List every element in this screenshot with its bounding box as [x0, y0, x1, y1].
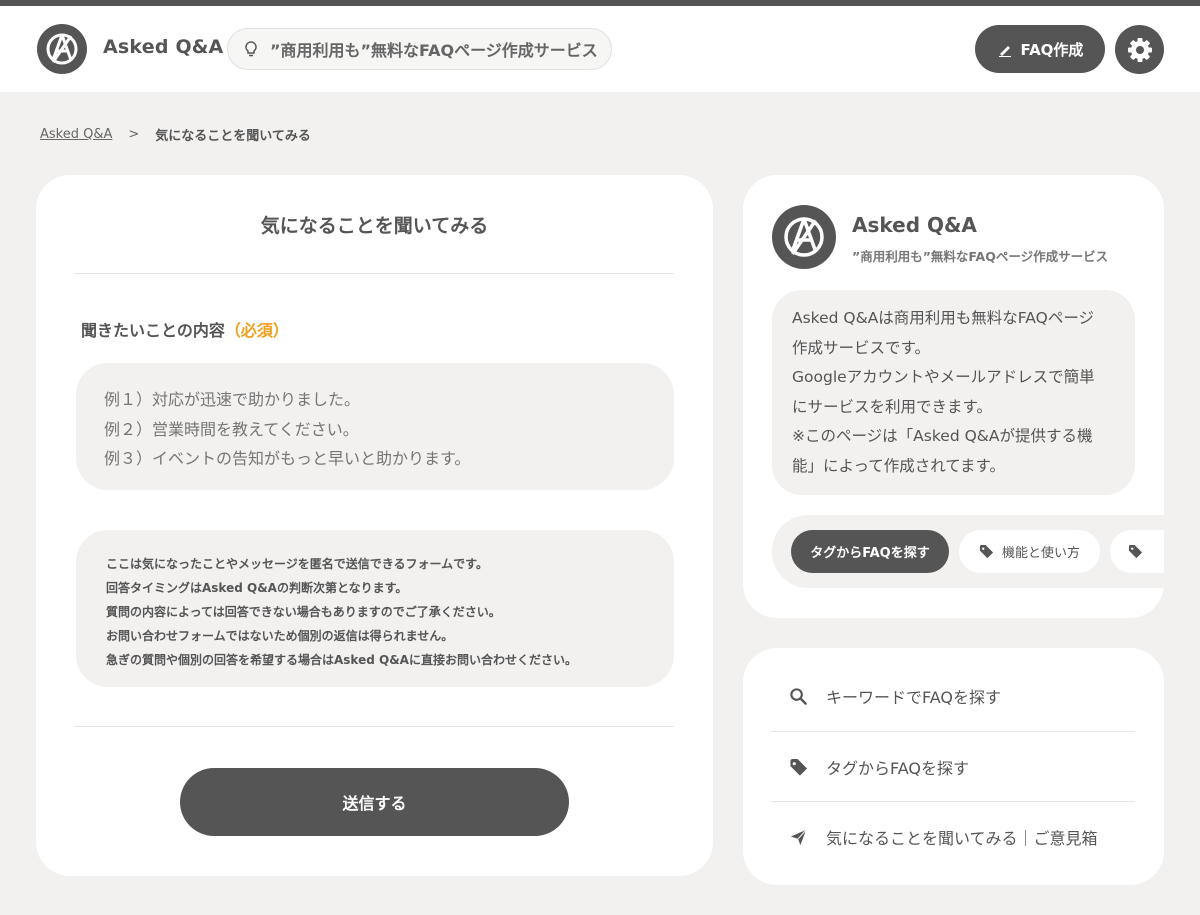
page-title: 気になることを聞いてみる — [260, 215, 489, 237]
field-label-text: 聞きたいことの内容 — [81, 321, 225, 340]
required-marker: （必須） — [224, 321, 289, 340]
tag-label: 機能と使い方 — [1001, 546, 1080, 561]
field-label: 聞きたいことの内容（必須） — [81, 317, 289, 341]
description-line: 作成サービスです。 — [792, 338, 930, 357]
profile-name[interactable]: Asked Q&A — [852, 213, 977, 237]
tagline-badge: ”商用利用も”無料なFAQページ作成サービス — [227, 28, 612, 70]
tag-browse-button[interactable]: タグからFAQを探す — [791, 530, 949, 573]
logo-icon[interactable] — [37, 24, 87, 74]
tag-pill-next[interactable] — [1110, 530, 1164, 573]
create-faq-button[interactable]: FAQ作成 — [975, 25, 1105, 73]
description-line: にサービスを利用できます。 — [792, 397, 992, 416]
create-faq-label: FAQ作成 — [1020, 40, 1084, 59]
question-form-card: 気になることを聞いてみる 聞きたいことの内容（必須） ここは気になったことやメッ… — [36, 175, 713, 876]
profile-tagline: ”商用利用も”無料なFAQページ作成サービス — [852, 249, 1109, 264]
tag-pill-features[interactable]: 機能と使い方 — [959, 530, 1100, 573]
notice-box: ここは気になったことやメッセージを匿名で送信できるフォームです。 回答タイミング… — [76, 530, 674, 687]
profile-card: Asked Q&A ”商用利用も”無料なFAQページ作成サービス Asked Q… — [743, 175, 1164, 618]
search-icon — [790, 687, 807, 705]
breadcrumb-current: 気になることを聞いてみる — [155, 129, 311, 144]
nav-item-feedback[interactable]: 気になることを聞いてみる｜ご意見箱 — [771, 802, 1135, 872]
breadcrumb-separator: > — [128, 127, 140, 142]
submit-button[interactable]: 送信する — [180, 768, 569, 836]
notice-line: ここは気になったことやメッセージを匿名で送信できるフォームです。 — [106, 557, 488, 571]
site-header: Asked Q&A ”商用利用も”無料なFAQページ作成サービス FAQ作成 — [0, 6, 1200, 92]
breadcrumb-home-link[interactable]: Asked Q&A — [40, 127, 112, 142]
tag-icon — [1128, 544, 1143, 559]
description-line: Googleアカウントやメールアドレスで簡単 — [792, 368, 1095, 386]
tag-icon — [790, 758, 808, 776]
brand-name[interactable]: Asked Q&A — [103, 36, 223, 58]
notice-line: 急ぎの質問や個別の回答を希望する場合はAsked Q&Aに直接お問い合わせくださ… — [106, 653, 577, 667]
question-textarea[interactable] — [76, 363, 674, 490]
nav-item-keyword-search[interactable]: キーワードでFAQを探す — [771, 661, 1135, 731]
settings-button[interactable] — [1115, 25, 1164, 74]
profile-logo-icon[interactable] — [772, 205, 836, 269]
tag-icon — [979, 544, 994, 559]
nav-item-tag-search[interactable]: タグからFAQを探す — [771, 732, 1135, 802]
nav-item-label: タグからFAQを探す — [826, 759, 969, 778]
lightbulb-icon — [245, 41, 257, 57]
gear-icon — [1127, 37, 1152, 62]
notice-line: 回答タイミングはAsked Q&Aの判断次第となります。 — [106, 581, 408, 595]
tag-carousel[interactable]: タグからFAQを探す 機能と使い方 — [772, 515, 1164, 588]
nav-item-label: 気になることを聞いてみる｜ご意見箱 — [826, 829, 1098, 848]
profile-description: Asked Q&Aは商用利用も無料なFAQページ 作成サービスです。 Googl… — [772, 290, 1135, 495]
description-line: Asked Q&Aは商用利用も無料なFAQページ — [792, 309, 1095, 327]
tagline-text: ”商用利用も”無料なFAQページ作成サービス — [270, 41, 598, 60]
notice-line: お問い合わせフォームではないため個別の返信は得られません。 — [106, 629, 454, 643]
notice-line: 質問の内容によっては回答できない場合もありますのでご了承ください。 — [106, 605, 501, 619]
navigation-card: キーワードでFAQを探す タグからFAQを探す 気になることを聞いてみる｜ご意見… — [743, 648, 1164, 885]
send-icon — [790, 829, 807, 845]
nav-item-label: キーワードでFAQを探す — [826, 688, 1001, 707]
description-line: 能」によって作成されてます。 — [792, 456, 1005, 475]
pen-icon — [998, 46, 1011, 57]
breadcrumb: Asked Q&A > 気になることを聞いてみる — [40, 125, 311, 144]
form-divider — [74, 726, 674, 727]
title-divider — [74, 273, 674, 274]
description-line: ※このページは「Asked Q&Aが提供する機 — [792, 427, 1093, 445]
